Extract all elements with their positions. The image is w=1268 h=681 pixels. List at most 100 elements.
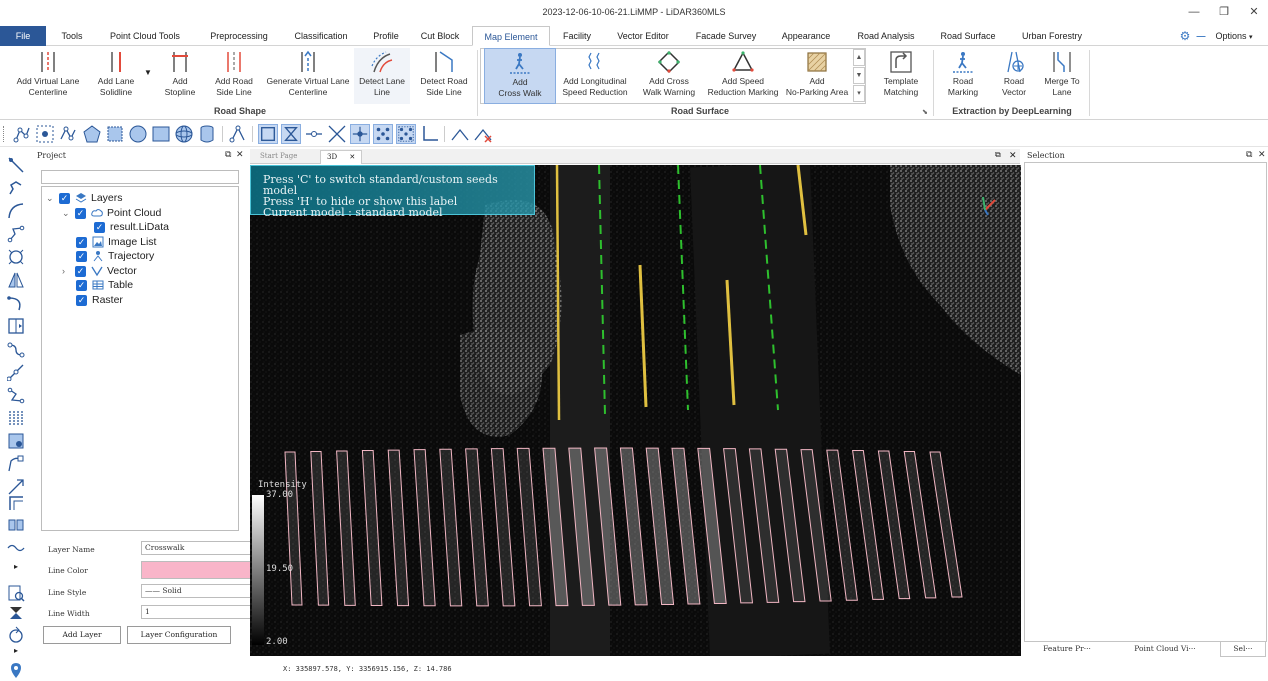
rectangle-icon[interactable] — [151, 124, 171, 144]
tab-file[interactable]: File — [0, 26, 46, 46]
angle-line-icon[interactable] — [450, 124, 470, 144]
add-speed-reduction-marking-button[interactable]: Add Speed Reduction Marking — [706, 48, 780, 104]
checkbox-checked-icon[interactable]: ✓ — [59, 192, 70, 204]
scatter-nodes-icon[interactable] — [373, 124, 393, 144]
wave-line-icon[interactable] — [7, 538, 25, 556]
template-matching-button[interactable]: Template Matching — [874, 48, 928, 104]
checkbox-checked-icon[interactable]: ✓ — [76, 294, 87, 306]
export-icon[interactable] — [7, 604, 25, 622]
right-angle-icon[interactable] — [420, 124, 440, 144]
tab-cut-block[interactable]: Cut Block — [415, 26, 465, 46]
hourglass-icon[interactable] — [281, 124, 301, 144]
chevron-down-icon[interactable]: ⌄ — [62, 208, 72, 219]
node-edit-icon[interactable] — [12, 124, 32, 144]
road-vector-button[interactable]: Road Vector — [992, 48, 1036, 104]
polygon-icon[interactable] — [82, 124, 102, 144]
tab-vector-editor[interactable]: Vector Editor — [606, 26, 680, 46]
box-view-icon[interactable] — [258, 124, 278, 144]
circle-icon[interactable] — [128, 124, 148, 144]
magnify-doc-icon[interactable] — [7, 584, 25, 602]
grip-handle[interactable] — [3, 126, 5, 142]
minimize-ribbon-icon[interactable]: — — [1194, 26, 1208, 46]
chevron-down-icon[interactable]: ⌄ — [46, 193, 56, 204]
chevron-down-icon[interactable]: ▼ — [144, 68, 152, 77]
generate-virtual-lane-centerline-button[interactable]: Generate Virtual Lane Centerline — [264, 48, 352, 104]
curve-select-icon[interactable] — [7, 455, 25, 473]
tab-appearance[interactable]: Appearance — [772, 26, 840, 46]
tab-map-element[interactable]: Map Element — [472, 26, 550, 46]
layer-name-field[interactable]: Crosswalk▾ — [141, 541, 267, 555]
tab-start-page[interactable]: Start Page — [254, 150, 303, 164]
rect-select-icon[interactable] — [105, 124, 125, 144]
add-cross-walk-warning-button[interactable]: Add Cross Walk Warning — [636, 48, 702, 104]
tree-node-image-list[interactable]: ✓ Image List — [76, 236, 156, 250]
tree-node-vector[interactable]: › ✓ Vector — [62, 265, 137, 279]
tab-preprocessing[interactable]: Preprocessing — [200, 26, 278, 46]
options-menu[interactable]: Options ▾ — [1212, 26, 1256, 46]
detect-road-side-line-button[interactable]: Detect Road Side Line — [416, 48, 472, 104]
tree-node-point-cloud[interactable]: ⌄ ✓ Point Cloud — [62, 207, 161, 221]
float-panel-icon[interactable]: ⧉ — [995, 150, 1001, 160]
tab-feature-properties[interactable]: Feature Pr··· — [1028, 642, 1106, 657]
location-pin-icon[interactable] — [7, 661, 25, 679]
layer-configuration-button[interactable]: Layer Configuration — [127, 626, 231, 644]
split-box-icon[interactable] — [7, 317, 25, 335]
corner-icon[interactable] — [7, 494, 25, 512]
add-lane-solidline-button[interactable]: Add Lane Solidline — [92, 48, 140, 104]
add-stopline-button[interactable]: Add Stopline — [158, 48, 202, 104]
detect-lane-line-button[interactable]: Detect Lane Line — [354, 48, 410, 104]
sphere-icon[interactable] — [174, 124, 194, 144]
tree-node-table[interactable]: ✓ Table — [76, 279, 133, 293]
road-marking-button[interactable]: Road Marking — [940, 48, 986, 104]
curve-tool-icon[interactable] — [7, 294, 25, 312]
add-road-side-line-button[interactable]: Add Road Side Line — [210, 48, 258, 104]
point-cloud-viewport[interactable]: Press 'C' to switch standard/custom seed… — [250, 165, 1021, 656]
float-panel-icon[interactable]: ⧉ — [225, 149, 231, 160]
line-tool-icon[interactable] — [7, 363, 25, 381]
restore-button[interactable]: ❐ — [1214, 4, 1234, 20]
line-segment-icon[interactable] — [304, 124, 324, 144]
select-node-icon[interactable] — [35, 124, 55, 144]
add-longitudinal-speed-reduction-button[interactable]: Add Longitudinal Speed Reduction — [560, 48, 630, 104]
pick-tool-icon[interactable] — [7, 156, 25, 174]
tree-node-raster[interactable]: ✓ Raster — [76, 294, 123, 308]
dialog-launcher-icon[interactable]: ⬊ — [922, 108, 928, 116]
gear-icon[interactable]: ⚙ — [1176, 26, 1194, 46]
tab-point-cloud-tools[interactable]: Point Cloud Tools — [100, 26, 190, 46]
checkbox-checked-icon[interactable]: ✓ — [76, 250, 87, 262]
snap-node-icon[interactable] — [228, 124, 248, 144]
delete-line-icon[interactable] — [473, 124, 493, 144]
move-node-icon[interactable] — [350, 124, 370, 144]
add-layer-button[interactable]: Add Layer — [43, 626, 121, 644]
line-style-select[interactable]: —— Solid▾ — [141, 584, 267, 598]
minimize-button[interactable]: — — [1184, 4, 1204, 20]
tab-facility[interactable]: Facility — [556, 26, 598, 46]
parallel-lines-icon[interactable] — [7, 409, 25, 427]
path-nodes-icon[interactable] — [7, 386, 25, 404]
tab-point-cloud-view[interactable]: Point Cloud Vi··· — [1112, 642, 1218, 657]
tab-facade-survey[interactable]: Facade Survey — [688, 26, 764, 46]
merge-to-lane-button[interactable]: Merge To Lane — [1040, 48, 1084, 104]
gallery-expand[interactable]: ▾ — [853, 85, 865, 102]
circle-select-icon[interactable] — [7, 248, 25, 266]
cylinder-icon[interactable] — [197, 124, 217, 144]
tab-classification[interactable]: Classification — [285, 26, 357, 46]
gallery-scroll-up[interactable]: ▲ — [853, 49, 865, 66]
gallery-scroll-down[interactable]: ▼ — [853, 67, 865, 84]
box-node-icon[interactable] — [7, 432, 25, 450]
tree-node-result-lidata[interactable]: ✓ result.LiData — [94, 221, 169, 235]
float-panel-icon[interactable]: ⧉ — [1246, 149, 1252, 160]
expand-arrow-icon[interactable]: ▸ — [7, 562, 25, 580]
tab-road-surface[interactable]: Road Surface — [932, 26, 1004, 46]
close-icon[interactable]: ✕ — [349, 153, 355, 161]
tab-road-analysis[interactable]: Road Analysis — [848, 26, 924, 46]
checkbox-checked-icon[interactable]: ✓ — [75, 207, 86, 219]
add-virtual-lane-centerline-button[interactable]: Add Virtual Lane Centerline — [10, 48, 86, 104]
tree-node-trajectory[interactable]: ✓ Trajectory — [76, 250, 154, 264]
checkbox-checked-icon[interactable]: ✓ — [75, 265, 86, 277]
block-nodes-icon[interactable] — [7, 515, 25, 533]
tab-tools[interactable]: Tools — [52, 26, 92, 46]
close-icon[interactable]: ✕ — [236, 149, 244, 160]
tab-urban-forestry[interactable]: Urban Forestry — [1012, 26, 1092, 46]
checkbox-checked-icon[interactable]: ✓ — [76, 279, 87, 291]
